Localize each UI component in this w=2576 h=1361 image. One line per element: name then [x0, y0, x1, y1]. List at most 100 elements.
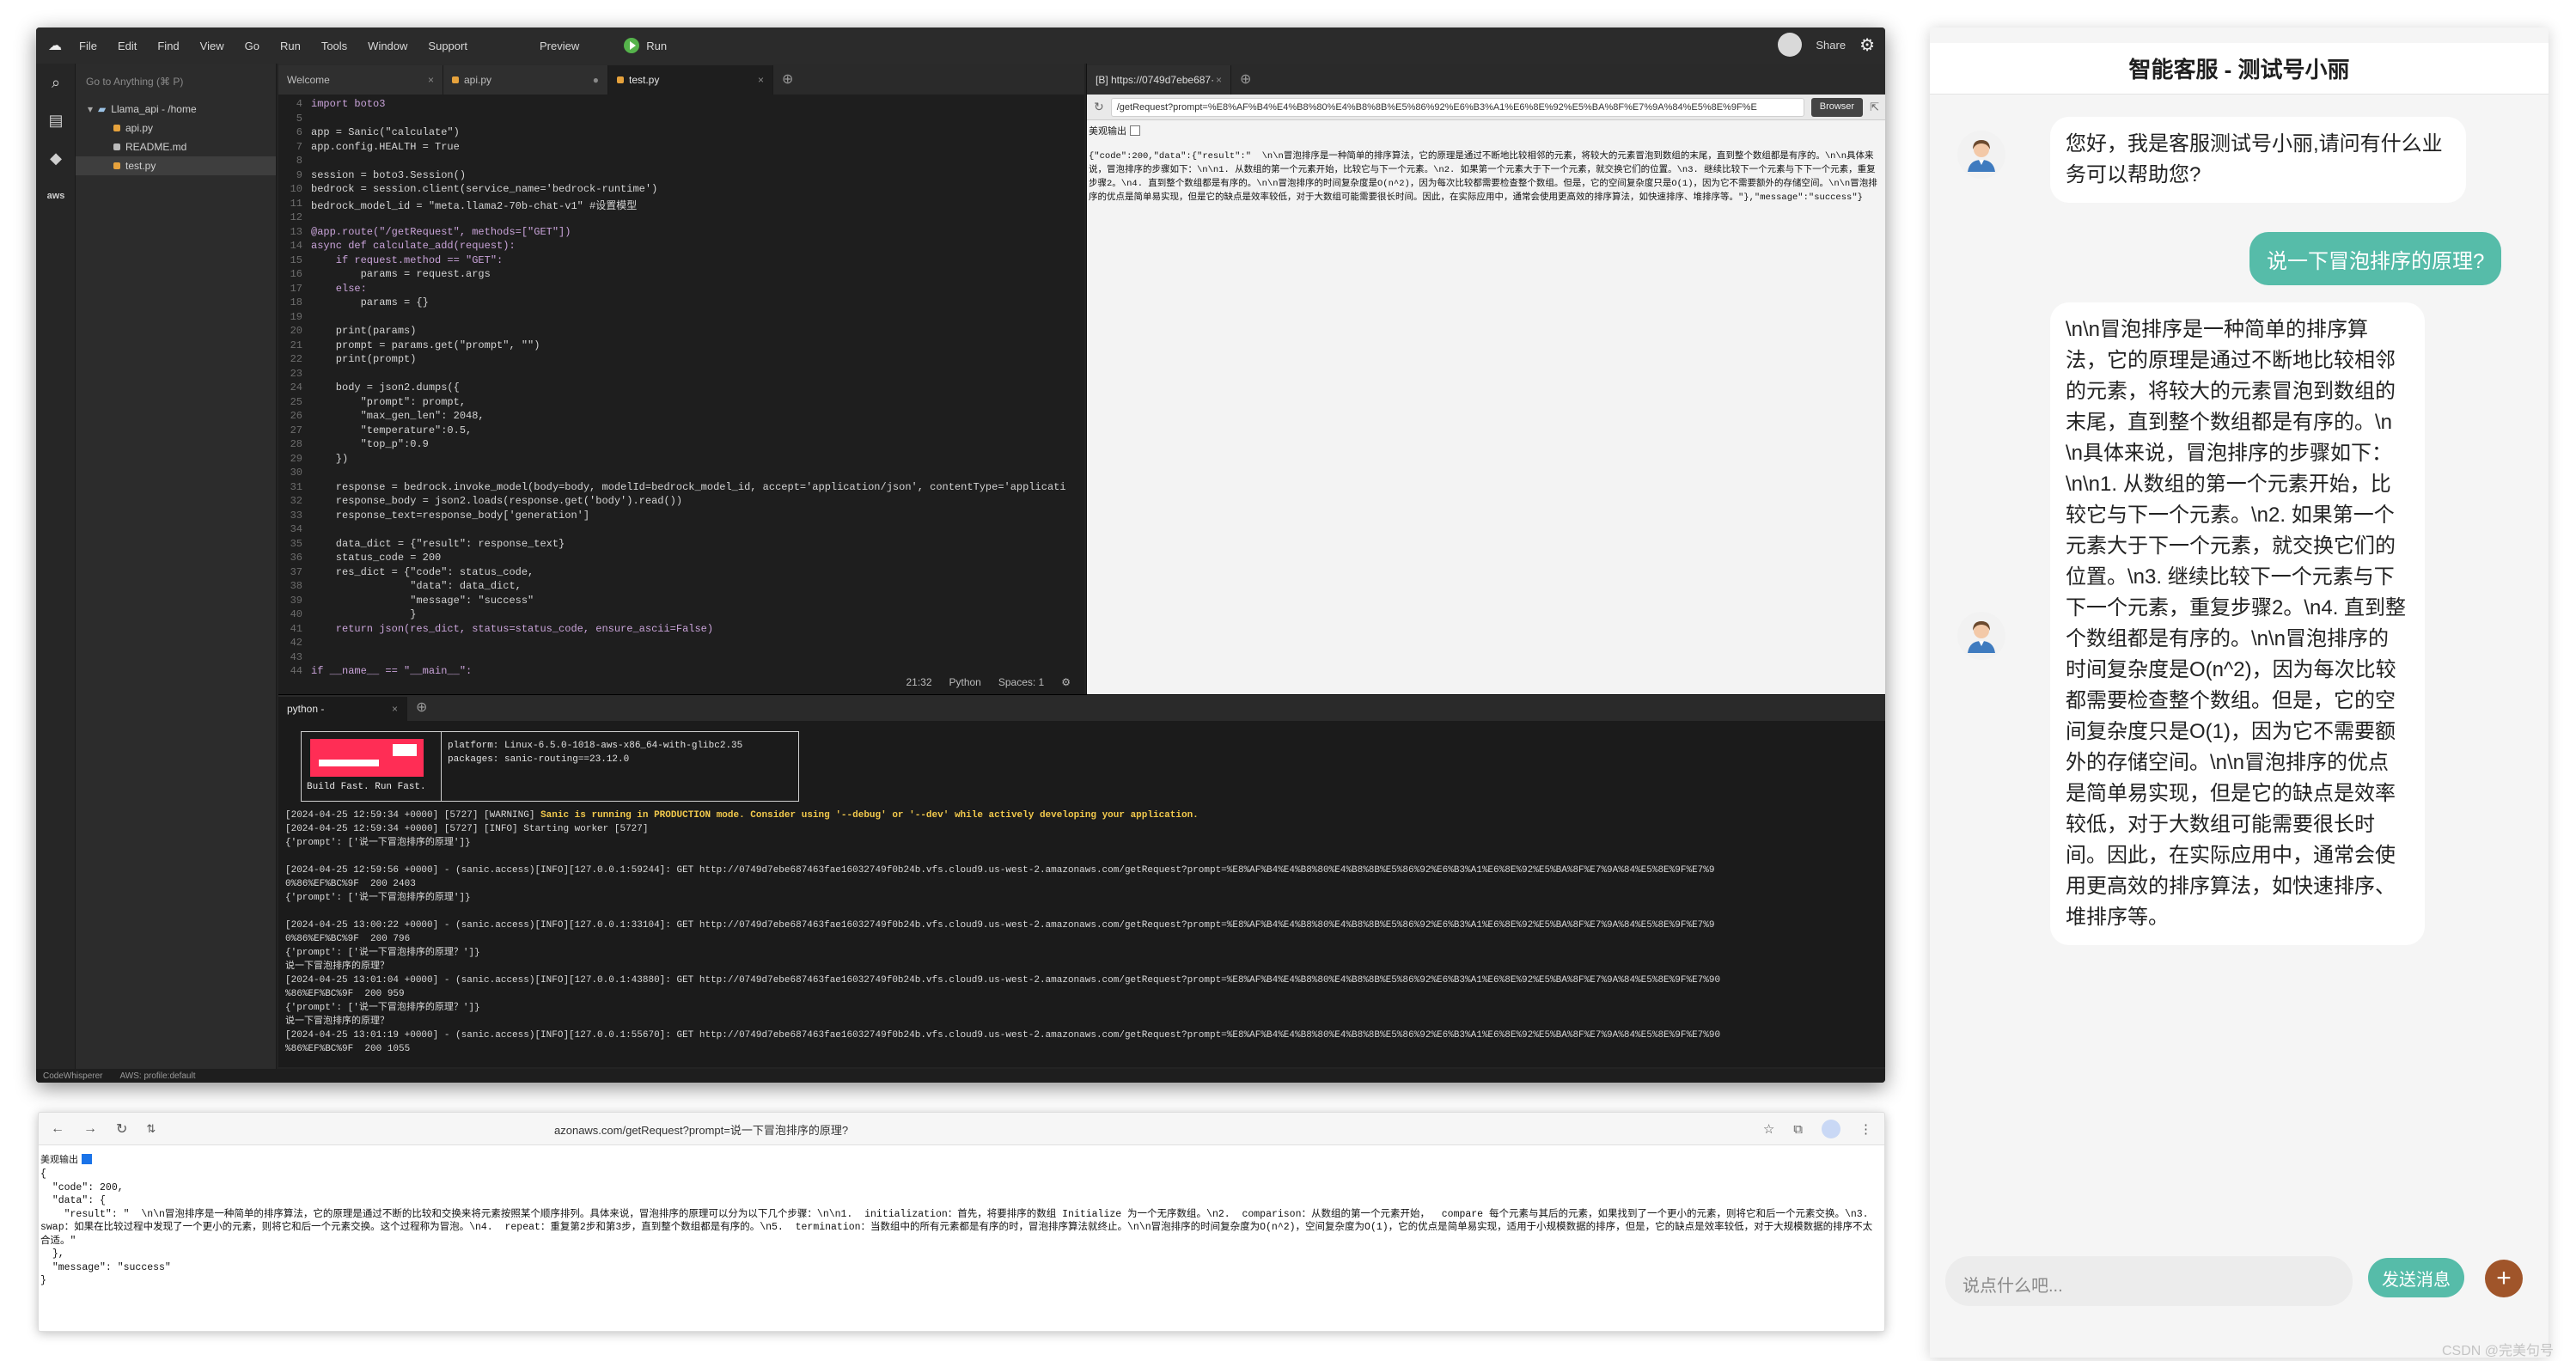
menu-window[interactable]: Window [368, 40, 407, 52]
terminal-tabs: python - × ⊕ [278, 695, 1885, 721]
code-area[interactable]: 4 import boto3 5 6 app = Sanic("calculate") 7… [278, 98, 1084, 677]
line-number: 10 [290, 183, 302, 195]
python-file-icon [452, 76, 459, 83]
terminal-output[interactable]: [2024-04-25 12:59:34 +0000] [5727] [WARN… [285, 809, 1875, 1056]
tree-file-label: api.py [125, 122, 154, 134]
unsaved-dot-icon[interactable]: ● [593, 74, 599, 86]
avatar[interactable] [1778, 33, 1803, 57]
close-icon[interactable]: × [758, 74, 764, 86]
search-icon[interactable]: ⌕ [36, 64, 76, 101]
tab-api[interactable]: api.py ● [443, 65, 608, 95]
codewhisperer-status[interactable]: CodeWhisperer [43, 1071, 102, 1081]
tree-root[interactable]: ▾ ▰ Llama_api - /home [76, 100, 276, 119]
menu-view[interactable]: View [200, 40, 224, 52]
profile-avatar[interactable] [1822, 1120, 1840, 1138]
code-text: app.config.HEALTH = True [311, 140, 460, 153]
menu-support[interactable]: Support [428, 40, 467, 52]
code-text: "data": data_dict, [311, 580, 522, 592]
tab-terminal[interactable]: python - × [278, 697, 407, 721]
code-text: if request.method == "GET": [311, 253, 504, 266]
folder-icon[interactable]: ▤ [36, 101, 76, 139]
popout-icon[interactable]: ⇱ [1870, 101, 1879, 114]
aws-profile-status[interactable]: AWS: profile:default [119, 1071, 195, 1081]
preview-button[interactable]: Preview [540, 40, 579, 52]
code-line: 11 bedrock_model_id = "meta.llama2-70b-ch… [282, 198, 1084, 212]
bot-avatar [1957, 612, 2005, 660]
code-editor: Welcome × api.py ● test.py × ⊕ 4 import boto… [278, 64, 1084, 694]
run-button[interactable]: Run [624, 38, 687, 53]
extensions-icon[interactable]: ⧉ [1793, 1122, 1803, 1137]
code-text: data_dict = {"result": response_text} [311, 537, 565, 550]
pretty-print-toggle[interactable]: 美观输出 [1089, 124, 1140, 137]
sanic-logo [310, 739, 424, 777]
line-number: 35 [290, 537, 302, 550]
line-number: 25 [290, 395, 302, 408]
line-number: 30 [290, 467, 302, 479]
goto-anything-input[interactable]: Go to Anything (⌘ P) [82, 70, 269, 93]
code-text: status_code = 200 [311, 552, 442, 564]
line-number: 17 [290, 282, 302, 295]
menu-edit[interactable]: Edit [118, 40, 137, 52]
menu-run[interactable]: Run [280, 40, 301, 52]
source-control-icon[interactable]: ◆ [36, 139, 76, 177]
tree-file-api[interactable]: api.py [76, 119, 276, 137]
indent-setting[interactable]: Spaces: 1 [998, 676, 1044, 688]
message-input[interactable]: 说点什么吧... [1945, 1256, 2353, 1306]
line-number: 16 [290, 268, 302, 280]
code-line: 7 app.config.HEALTH = True [282, 141, 1084, 156]
menu-tools[interactable]: Tools [321, 40, 347, 52]
preview-url-field[interactable]: /getRequest?prompt=%E8%AF%B4%E4%B8%80%E4… [1110, 97, 1804, 117]
chat-title: 智能客服 - 测试号小丽 [1930, 43, 2549, 95]
share-button[interactable]: Share [1816, 39, 1846, 52]
tab-welcome[interactable]: Welcome × [278, 65, 443, 95]
menu-file[interactable]: File [79, 40, 97, 52]
code-line: 15 if request.method == "GET": [282, 254, 1084, 269]
close-icon[interactable]: × [428, 74, 434, 86]
code-line: 9 session = boto3.Session() [282, 169, 1084, 184]
forward-icon[interactable]: → [83, 1121, 97, 1137]
add-icon[interactable]: + [2485, 1260, 2523, 1297]
code-text: response_text=response_body['generation'… [311, 509, 590, 522]
line-number: 40 [290, 608, 302, 620]
tree-file-test[interactable]: test.py [76, 156, 276, 175]
close-icon[interactable]: × [392, 703, 398, 715]
code-text: body = json2.dumps({ [311, 381, 460, 394]
tab-preview[interactable]: [B] https://0749d7ebe687· × [1087, 65, 1231, 95]
add-tab-icon[interactable]: ⊕ [407, 699, 436, 721]
menu-find[interactable]: Find [157, 40, 179, 52]
address-bar[interactable]: azonaws.com/getRequest?prompt=说一下冒泡排序的原理… [554, 1121, 848, 1138]
banner-info: platform: Linux-6.5.0-1018-aws-x86_64-wi… [448, 741, 743, 765]
checkbox[interactable] [1130, 125, 1140, 136]
refresh-icon[interactable]: ↻ [1094, 100, 1104, 114]
code-text: "temperature":0.5, [311, 424, 473, 436]
browser-button[interactable]: Browser [1810, 97, 1864, 117]
tab-test[interactable]: test.py × [608, 65, 773, 95]
reload-icon[interactable]: ↻ [116, 1120, 127, 1138]
add-tab-icon[interactable]: ⊕ [773, 70, 802, 95]
code-line: 31 response = bedrock.invoke_model(body=… [282, 481, 1084, 496]
add-tab-icon[interactable]: ⊕ [1231, 70, 1260, 95]
checkbox[interactable] [82, 1154, 92, 1164]
code-text: } [311, 608, 417, 620]
code-line: 30 [282, 467, 1084, 481]
star-icon[interactable]: ☆ [1763, 1121, 1774, 1137]
tab-label: api.py [464, 74, 492, 86]
close-icon[interactable]: × [1216, 74, 1222, 86]
pretty-print-toggle[interactable]: 美观输出 [40, 1152, 92, 1166]
language-mode[interactable]: Python [949, 676, 981, 688]
aws-icon[interactable]: aws [36, 177, 76, 215]
kebab-menu-icon[interactable]: ⋮ [1859, 1121, 1872, 1137]
gear-icon[interactable]: ⚙ [1859, 34, 1875, 56]
code-text: response_body = json2.loads(response.get… [311, 495, 683, 507]
gear-icon[interactable]: ⚙ [1061, 676, 1071, 688]
tree-file-readme[interactable]: README.md [76, 137, 276, 156]
log-lines: [2024-04-25 12:59:34 +0000] [5727] [INFO… [285, 824, 1721, 1054]
line-number: 4 [296, 98, 302, 110]
back-icon[interactable]: ← [51, 1121, 64, 1137]
site-info-icon[interactable]: ⇅ [146, 1122, 156, 1136]
line-number: 12 [290, 211, 302, 223]
activity-rail: ⌕ ▤ ◆ aws [36, 64, 76, 1069]
send-button[interactable]: 发送消息 [2368, 1258, 2464, 1297]
code-text: print(params) [311, 325, 417, 337]
menu-go[interactable]: Go [245, 40, 259, 52]
